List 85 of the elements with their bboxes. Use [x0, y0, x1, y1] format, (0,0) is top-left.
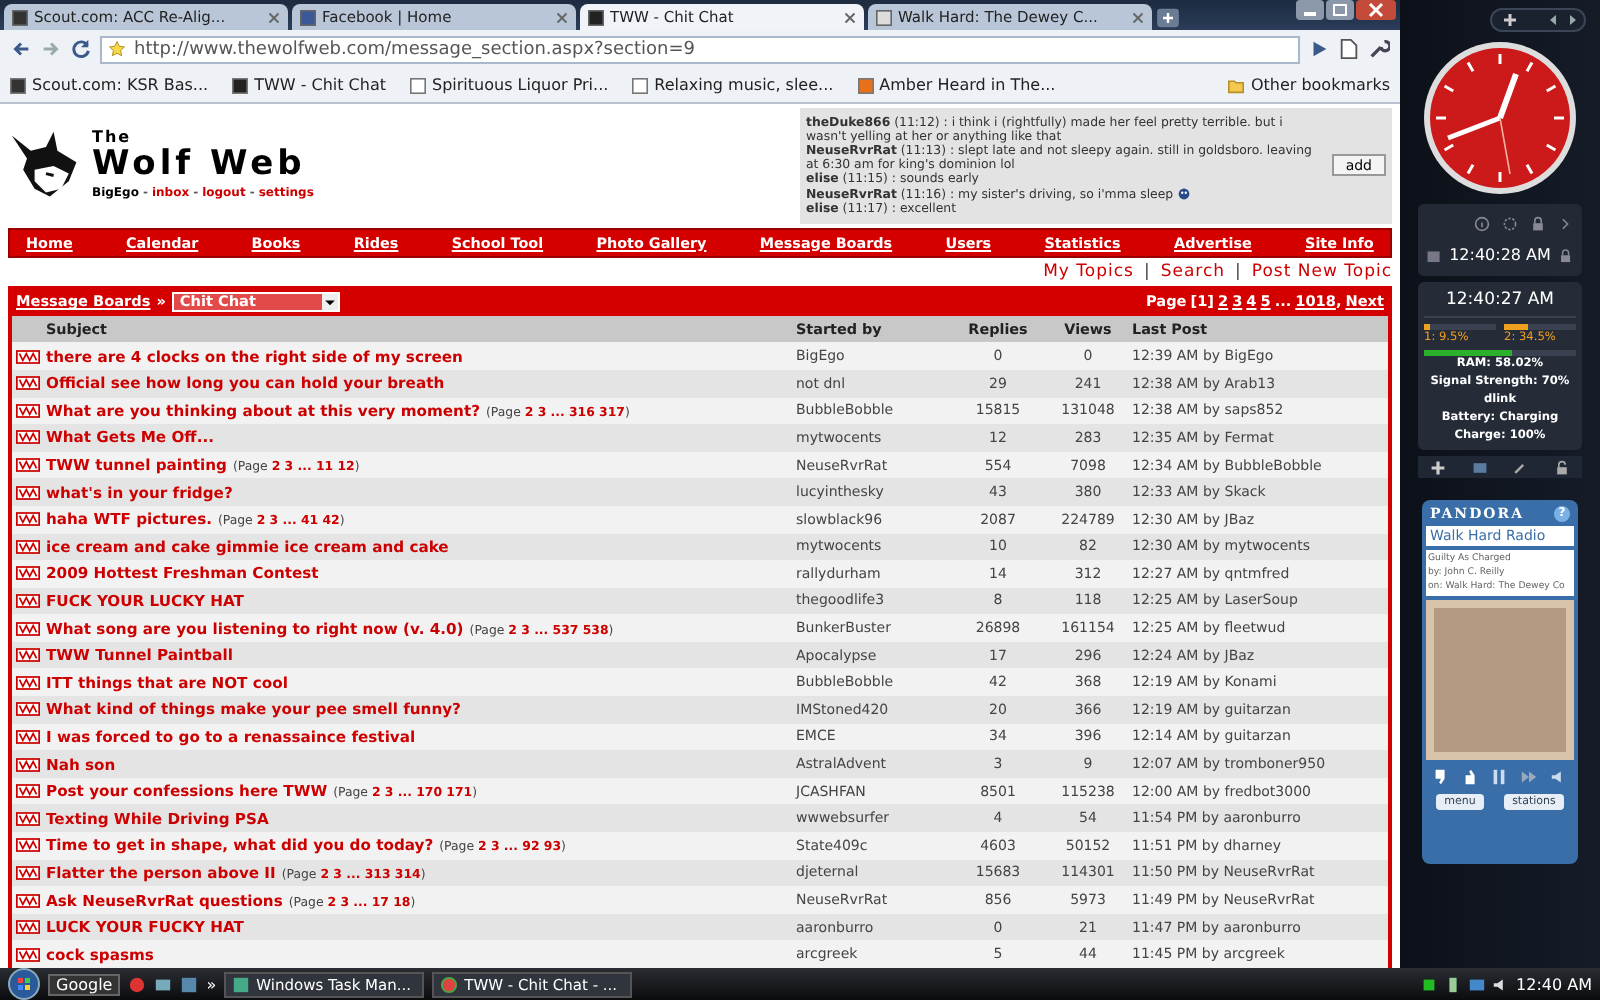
topic-icon	[16, 648, 40, 663]
window-icon[interactable]	[180, 975, 199, 993]
other-bookmarks[interactable]: Other bookmarks	[1228, 76, 1390, 94]
topic-icon	[16, 838, 40, 853]
favicon-icon	[588, 9, 604, 25]
topic-icon	[16, 729, 40, 744]
bookmark[interactable]: Amber Heard in The...	[857, 76, 1056, 94]
separator-text: |	[1235, 262, 1242, 283]
topic-icon	[16, 512, 40, 527]
info-icon[interactable]	[1474, 215, 1490, 232]
folder-icon	[1228, 77, 1245, 93]
app-icon	[440, 975, 459, 993]
digital-clock-time: 12:40:28 AM	[1449, 246, 1551, 265]
add-icon[interactable]	[1430, 459, 1447, 475]
topic-icon	[16, 593, 40, 608]
cpu-meter	[1504, 324, 1576, 330]
lock-icon[interactable]	[1553, 459, 1570, 475]
favicon-icon	[10, 77, 26, 93]
reload-icon[interactable]	[70, 38, 92, 60]
thumbs-up-icon[interactable]	[1461, 768, 1480, 786]
page-menu-icon[interactable]	[1338, 38, 1360, 60]
topic-icon	[16, 702, 40, 717]
action-link[interactable]: My Topics	[1043, 262, 1134, 283]
action-link[interactable]: Search	[1160, 262, 1226, 283]
more-button[interactable]: »	[206, 975, 217, 993]
google-search-bar[interactable]: Google	[48, 973, 121, 995]
topic-icon	[16, 539, 40, 554]
topic-icon	[16, 811, 40, 826]
favicon-icon	[410, 77, 426, 93]
topic-icon	[16, 675, 40, 690]
close-icon[interactable]	[268, 11, 280, 23]
topic-icon	[16, 430, 40, 445]
new-tab-icon[interactable]	[1156, 8, 1180, 28]
topic-icon	[16, 947, 40, 962]
favicon-icon	[232, 77, 249, 93]
maximize-icon[interactable]	[1326, 0, 1354, 20]
favicon-icon	[876, 9, 892, 25]
topic-icon	[16, 757, 40, 772]
favicon-icon	[12, 9, 28, 25]
caret-icon	[321, 293, 338, 310]
bookmark[interactable]: Spirituous Liquor Pri...	[410, 76, 609, 94]
thumbs-down-icon[interactable]	[1431, 768, 1450, 786]
gadget-nav-icon[interactable]	[1490, 8, 1586, 32]
lock-icon[interactable]	[1530, 215, 1546, 232]
address-field[interactable]: http://www.thewolfweb.com/message_section.aspx?section=9	[100, 35, 1300, 63]
topic-icon	[16, 458, 40, 473]
go-icon[interactable]	[1308, 38, 1330, 60]
pause-icon[interactable]	[1490, 768, 1509, 786]
app-icon[interactable]	[128, 975, 147, 993]
action-link[interactable]: Post New Topic	[1251, 262, 1392, 283]
lock-icon	[1558, 247, 1574, 264]
bookmark[interactable]: TWW - Chit Chat	[232, 76, 386, 94]
favicon-icon	[300, 9, 316, 25]
topic-icon	[16, 621, 40, 636]
topic-icon	[16, 865, 40, 880]
topic-icon	[16, 920, 40, 935]
close-icon[interactable]	[1356, 0, 1396, 20]
back-icon[interactable]	[10, 38, 32, 60]
topic-icon	[16, 376, 40, 391]
topic-icon	[16, 349, 40, 364]
separator-text: |	[1143, 262, 1151, 283]
topic-icon	[16, 784, 40, 799]
favicon-icon	[857, 77, 874, 93]
topic-icon	[16, 893, 40, 908]
taskbar-clock[interactable]: 12:40 AM	[1516, 975, 1592, 993]
monitor-time: 12:40:27 AM	[1424, 286, 1576, 318]
logo-title: Wolf Web	[92, 146, 308, 182]
topic-icon	[16, 485, 40, 500]
chevron-right-icon[interactable]	[1558, 215, 1574, 232]
desktop-icon[interactable]	[154, 975, 173, 993]
battery-icon[interactable]	[1444, 975, 1463, 993]
topic-icon	[16, 566, 40, 581]
close-icon[interactable]	[1132, 11, 1144, 23]
favicon-icon	[632, 77, 649, 93]
bookmark[interactable]: Relaxing music, slee...	[632, 76, 834, 94]
app-icon	[232, 975, 251, 993]
star-icon[interactable]	[108, 40, 126, 58]
close-icon[interactable]	[844, 11, 856, 23]
minimize-icon[interactable]	[1296, 0, 1324, 20]
bookmark[interactable]: Scout.com: KSR Bas...	[10, 76, 209, 94]
start-button[interactable]	[8, 968, 40, 1000]
topic-icon	[16, 403, 40, 418]
close-icon[interactable]	[556, 11, 568, 23]
logo-text: The	[92, 128, 134, 146]
smiley-icon	[1177, 188, 1190, 201]
